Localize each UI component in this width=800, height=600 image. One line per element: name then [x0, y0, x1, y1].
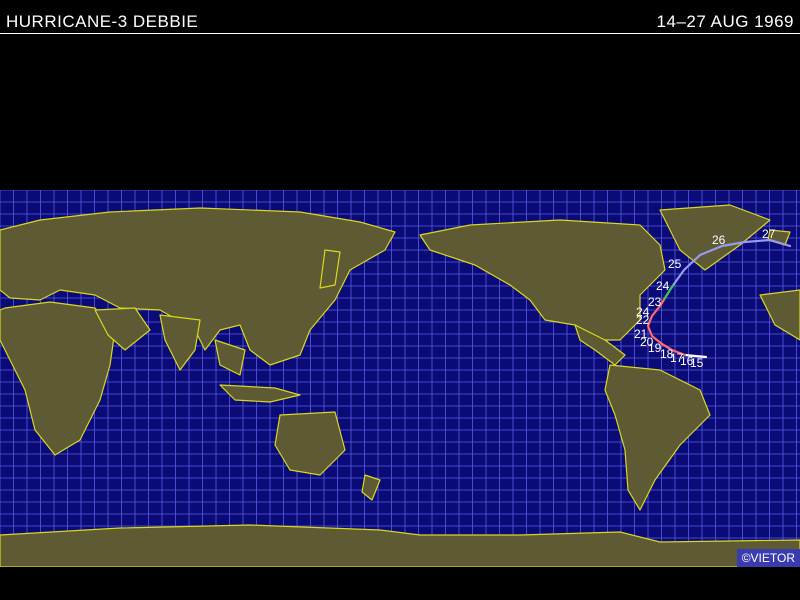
storm-title: HURRICANE-3 DEBBIE	[6, 12, 199, 31]
day-label-24a: 24	[636, 305, 650, 319]
day-label-18: 18	[660, 347, 674, 361]
day-label-27: 27	[762, 227, 776, 241]
day-label-26: 26	[712, 233, 726, 247]
credit-badge: ©VIETOR	[736, 549, 800, 567]
storm-dates: 14–27 AUG 1969	[656, 12, 794, 31]
header-divider	[0, 33, 800, 34]
day-label-25: 25	[668, 257, 682, 271]
day-label-24b: 24	[656, 279, 670, 293]
day-label-21: 21	[634, 327, 648, 341]
day-label-23: 23	[648, 295, 662, 309]
world-map: 15 16 17 18 19 20 21 22 23 24 24 25 26 2…	[0, 190, 800, 567]
